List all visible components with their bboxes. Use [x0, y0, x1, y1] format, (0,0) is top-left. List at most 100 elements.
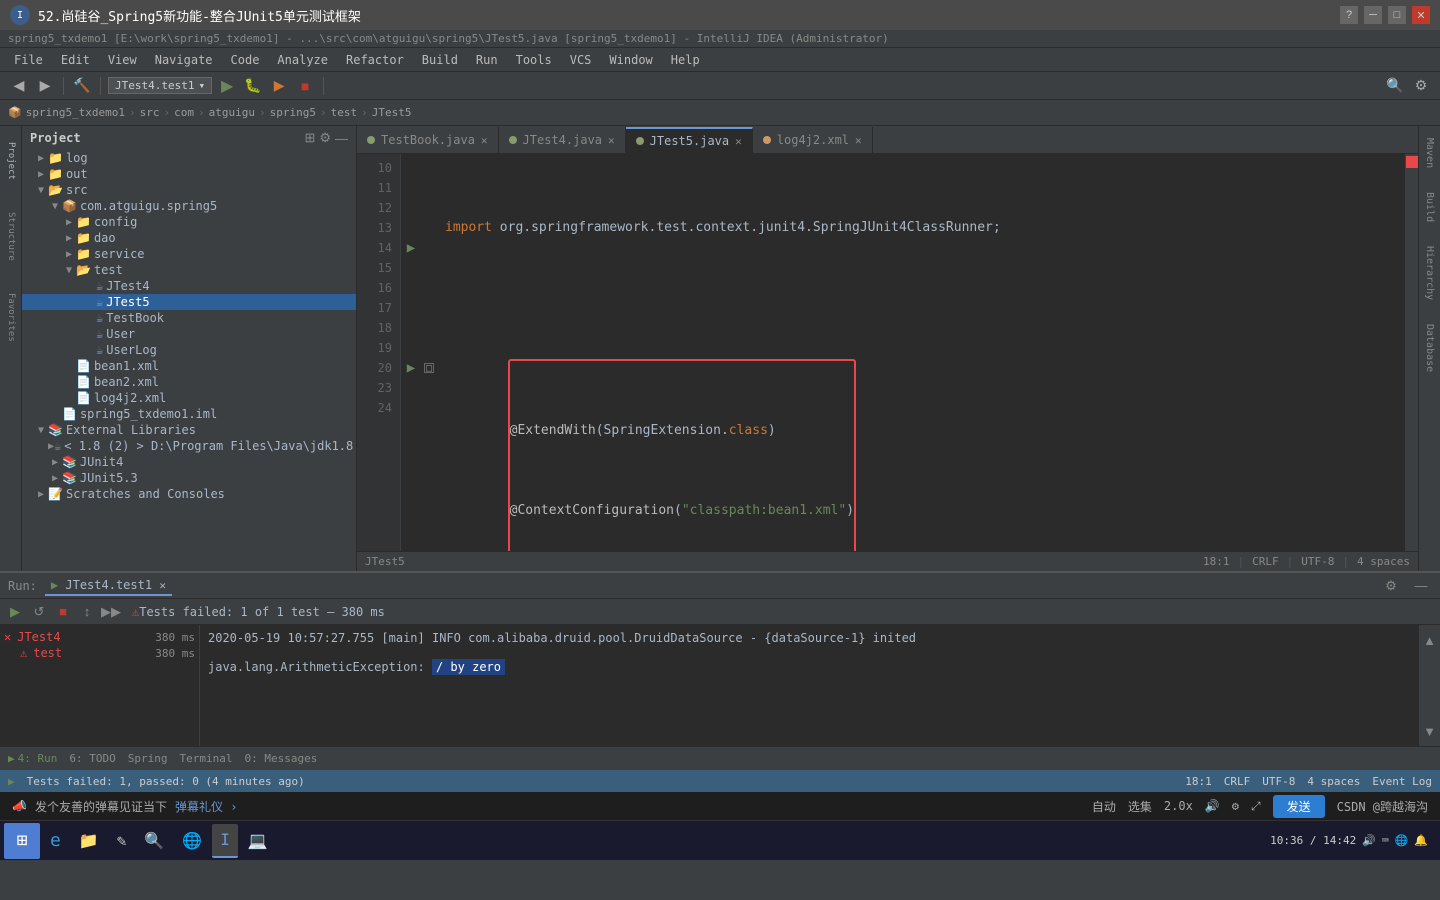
taskbar-notify-icon[interactable]: 🔔 — [1414, 834, 1428, 847]
menu-build[interactable]: Build — [414, 51, 466, 69]
rerun-btn[interactable]: ▶ — [4, 601, 26, 623]
error-indicator-top[interactable] — [1406, 156, 1418, 168]
taskbar-app-extra1[interactable]: 💻 — [240, 824, 276, 858]
taskbar-start-button[interactable]: ⊞ — [4, 823, 40, 859]
breadcrumb-atguigu[interactable]: atguigu — [209, 106, 255, 119]
run-tab-close[interactable]: ✕ — [159, 579, 166, 592]
breadcrumb-src[interactable]: src — [140, 106, 160, 119]
close-button[interactable]: ✕ — [1412, 6, 1430, 24]
rerun-failed-btn[interactable]: ↺ — [28, 601, 50, 623]
run-arrow-14[interactable]: ▶ — [407, 240, 415, 256]
search-everywhere-btn[interactable]: 🔍 — [1384, 75, 1406, 97]
taskbar-volume-icon[interactable]: 🔊 — [1362, 834, 1376, 847]
run-button[interactable]: ▶ — [216, 75, 238, 97]
tab-log4j2[interactable]: log4j2.xml ✕ — [753, 127, 873, 153]
tab-jtest4[interactable]: JTest4.java ✕ — [499, 127, 626, 153]
volume-icon[interactable]: 🔊 — [1205, 799, 1220, 813]
bottom-tab-todo[interactable]: 6: TODO — [69, 752, 115, 765]
scroll-down-btn[interactable]: ▼ — [1419, 720, 1440, 742]
tree-item-jtest5[interactable]: ☕ JTest5 — [22, 294, 356, 310]
side-tab-structure[interactable]: Structure — [0, 196, 22, 277]
run-arrow-20[interactable]: ▶ — [407, 360, 415, 376]
menu-run[interactable]: Run — [468, 51, 506, 69]
test-tree-test[interactable]: ⚠ test 380 ms — [0, 645, 199, 661]
settings-btn[interactable]: ⚙ — [1410, 75, 1432, 97]
settings-icon[interactable]: ⚙ — [1232, 799, 1239, 813]
tree-item-iml[interactable]: 📄 spring5_txdemo1.iml — [22, 406, 356, 422]
taskbar-app-explorer[interactable]: 📁 — [71, 824, 107, 858]
tree-item-log[interactable]: ▶ 📁 log — [22, 150, 356, 166]
menu-analyze[interactable]: Analyze — [269, 51, 336, 69]
menu-code[interactable]: Code — [223, 51, 268, 69]
side-tab-build[interactable]: Build — [1422, 180, 1437, 234]
status-event-log[interactable]: Event Log — [1372, 775, 1432, 788]
menu-vcs[interactable]: VCS — [562, 51, 600, 69]
taskbar-app-ide[interactable]: I — [212, 824, 238, 858]
checkbox-20[interactable]: □ — [424, 363, 434, 373]
menu-view[interactable]: View — [100, 51, 145, 69]
run-with-coverage-button[interactable]: ▶ — [268, 75, 290, 97]
tree-item-external-libs[interactable]: ▼ 📚 External Libraries — [22, 422, 356, 438]
tree-item-bean2xml[interactable]: 📄 bean2.xml — [22, 374, 356, 390]
menu-refactor[interactable]: Refactor — [338, 51, 412, 69]
bottom-tab-run[interactable]: ▶ 4: Run — [8, 752, 57, 765]
tree-item-junit4[interactable]: ▶ 📚 JUnit4 — [22, 454, 356, 470]
tree-item-package[interactable]: ▼ 📦 com.atguigu.spring5 — [22, 198, 356, 214]
run-config-selector[interactable]: JTest4.test1 ▾ — [108, 77, 212, 94]
menu-edit[interactable]: Edit — [53, 51, 98, 69]
send-button[interactable]: 发送 — [1273, 795, 1325, 818]
tree-item-bean1xml[interactable]: 📄 bean1.xml — [22, 358, 356, 374]
code-editor[interactable]: 10 11 12 13 14 15 16 17 18 19 20 23 24 — [357, 154, 1418, 551]
side-tab-maven[interactable]: Maven — [1422, 126, 1437, 180]
collection-label[interactable]: 选集 — [1128, 798, 1152, 815]
taskbar-app-browser[interactable]: e — [42, 824, 69, 858]
maximize-button[interactable]: □ — [1388, 6, 1406, 24]
expand-btn[interactable]: ▶▶ — [100, 601, 122, 623]
stop-run-btn[interactable]: ■ — [52, 601, 74, 623]
debug-button[interactable]: 🐛 — [242, 75, 264, 97]
tree-item-user[interactable]: ☕ User — [22, 326, 356, 342]
menu-help[interactable]: Help — [663, 51, 708, 69]
stop-button[interactable]: ■ — [294, 75, 316, 97]
tab-close-jtest4[interactable]: ✕ — [608, 134, 615, 147]
side-tab-hierarchy[interactable]: Hierarchy — [1422, 234, 1437, 312]
toolbar-forward-btn[interactable]: ▶ — [34, 75, 56, 97]
tree-item-userlog[interactable]: ☕ UserLog — [22, 342, 356, 358]
tab-close-log4j2[interactable]: ✕ — [855, 134, 862, 147]
code-content[interactable]: import org.springframework.test.context.… — [437, 154, 1404, 551]
tree-item-jdk[interactable]: ▶ ☕ < 1.8 (2) > D:\Program Files\Java\jd… — [22, 438, 356, 454]
run-panel-minimize-btn[interactable]: — — [1410, 575, 1432, 597]
tab-testbook[interactable]: TestBook.java ✕ — [357, 127, 499, 153]
sidebar-collapse-btn[interactable]: — — [335, 130, 348, 146]
taskbar-app-search[interactable]: 🔍 — [136, 824, 172, 858]
tree-item-junit53[interactable]: ▶ 📚 JUnit5.3 — [22, 470, 356, 486]
tree-item-scratches[interactable]: ▶ 📝 Scratches and Consoles — [22, 486, 356, 502]
breadcrumb-jtest5[interactable]: JTest5 — [372, 106, 412, 119]
tree-item-src[interactable]: ▼ 📂 src — [22, 182, 356, 198]
toolbar-build-btn[interactable]: 🔨 — [71, 75, 93, 97]
tree-item-test[interactable]: ▼ 📂 test — [22, 262, 356, 278]
toolbar-back-btn[interactable]: ◀ — [8, 75, 30, 97]
cb-20[interactable]: □ — [421, 358, 437, 378]
menu-tools[interactable]: Tools — [508, 51, 560, 69]
sidebar-scope-btn[interactable]: ⊞ — [304, 130, 315, 146]
sidebar-settings-btn[interactable]: ⚙ — [319, 130, 331, 146]
bottom-tab-messages[interactable]: 0: Messages — [244, 752, 317, 765]
taskbar-app-notepad[interactable]: ✎ — [109, 824, 135, 858]
gutter-line-20[interactable]: ▶ — [401, 358, 421, 378]
menu-window[interactable]: Window — [601, 51, 660, 69]
tree-item-jtest4[interactable]: ☕ JTest4 — [22, 278, 356, 294]
bottom-tab-terminal[interactable]: Terminal — [179, 752, 232, 765]
side-tab-favorites[interactable]: Favorites — [0, 277, 22, 358]
breadcrumb-test[interactable]: test — [331, 106, 358, 119]
taskbar-app-chrome[interactable]: 🌐 — [174, 824, 210, 858]
scroll-up-btn[interactable]: ▲ — [1419, 629, 1440, 651]
run-tab-run[interactable]: ▶ JTest4.test1 ✕ — [45, 576, 172, 596]
fullscreen-icon[interactable]: ⤢ — [1251, 799, 1261, 814]
taskbar-keyboard-icon[interactable]: ⌨ — [1382, 834, 1389, 847]
run-panel-settings-btn[interactable]: ⚙ — [1380, 575, 1402, 597]
tree-item-service[interactable]: ▶ 📁 service — [22, 246, 356, 262]
gutter-line-14[interactable]: ▶ — [401, 238, 421, 258]
breadcrumb-project[interactable]: spring5_txdemo1 — [26, 106, 125, 119]
tree-item-out[interactable]: ▶ 📁 out — [22, 166, 356, 182]
